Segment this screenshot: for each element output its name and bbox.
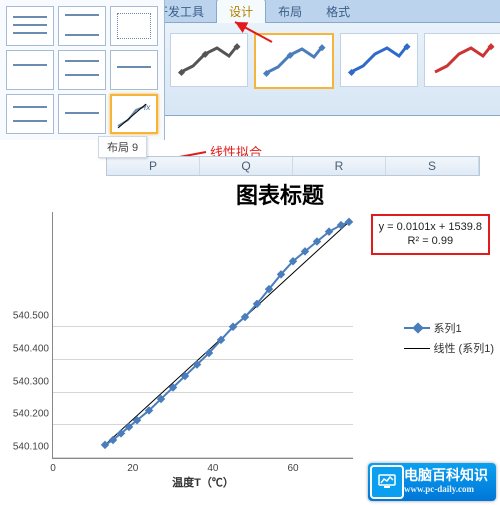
tab-layout[interactable]: 布局: [266, 0, 314, 23]
chart-title[interactable]: 图表标题: [60, 178, 500, 210]
layout-thumb-7[interactable]: [6, 94, 54, 134]
watermark-title: 电脑百科知识: [404, 470, 488, 484]
chart-style-strip: [170, 33, 500, 89]
plot-area[interactable]: 540.100 540.200 540.300 540.400 540.500 …: [52, 212, 353, 459]
legend-marker-icon: [404, 324, 430, 332]
y-tick: 540.400: [3, 343, 49, 354]
chart-svg: [53, 212, 353, 458]
col-header[interactable]: Q: [200, 157, 293, 175]
y-tick: 540.300: [3, 376, 49, 387]
col-header[interactable]: P: [107, 157, 200, 175]
watermark: 电脑百科知识 www.pc-daily.com: [368, 463, 496, 501]
layout-caption-tooltip: 布局 9: [98, 136, 147, 158]
x-tick: 20: [127, 463, 138, 474]
layout-thumb-5[interactable]: [58, 50, 106, 90]
tab-design[interactable]: 设计: [216, 0, 266, 24]
tab-format[interactable]: 格式: [314, 0, 362, 23]
layout-thumb-1[interactable]: [6, 6, 54, 46]
chart-style-2[interactable]: [254, 33, 334, 89]
layout-thumb-6[interactable]: [110, 50, 158, 90]
x-tick: 40: [207, 463, 218, 474]
watermark-url: www.pc-daily.com: [404, 484, 488, 494]
layout-thumb-2[interactable]: [58, 6, 106, 46]
y-tick: 540.100: [3, 442, 49, 453]
col-header[interactable]: S: [386, 157, 479, 175]
chart-legend[interactable]: 系列1 线性 (系列1): [404, 320, 495, 360]
equation-line1: y = 0.0101x + 1539.8: [379, 220, 482, 234]
chart-style-1[interactable]: [170, 33, 248, 87]
x-tick: 0: [50, 463, 56, 474]
layout-thumb-9[interactable]: fx: [110, 94, 158, 134]
legend-label: 系列1: [434, 320, 462, 336]
monitor-icon: [370, 465, 404, 499]
chart-style-4[interactable]: [424, 33, 500, 87]
equation-line2: R² = 0.99: [379, 234, 482, 248]
trendline-equation[interactable]: y = 0.0101x + 1539.8 R² = 0.99: [371, 214, 490, 255]
legend-label: 线性 (系列1): [434, 340, 495, 356]
y-tick: 540.500: [3, 311, 49, 322]
layout-thumb-4[interactable]: [6, 50, 54, 90]
x-tick: 60: [287, 463, 298, 474]
legend-series1[interactable]: 系列1: [404, 320, 495, 336]
legend-trend[interactable]: 线性 (系列1): [404, 340, 495, 356]
col-header[interactable]: R: [293, 157, 386, 175]
x-axis-title[interactable]: 温度T（℃）: [172, 474, 234, 490]
chart-style-3[interactable]: [340, 33, 418, 87]
legend-line-icon: [404, 348, 430, 349]
chart-layout-gallery: fx: [0, 0, 165, 140]
layout-thumb-3[interactable]: [110, 6, 158, 46]
y-tick: 540.200: [3, 409, 49, 420]
sheet-column-headers: P Q R S: [106, 156, 480, 176]
layout-thumb-8[interactable]: [58, 94, 106, 134]
